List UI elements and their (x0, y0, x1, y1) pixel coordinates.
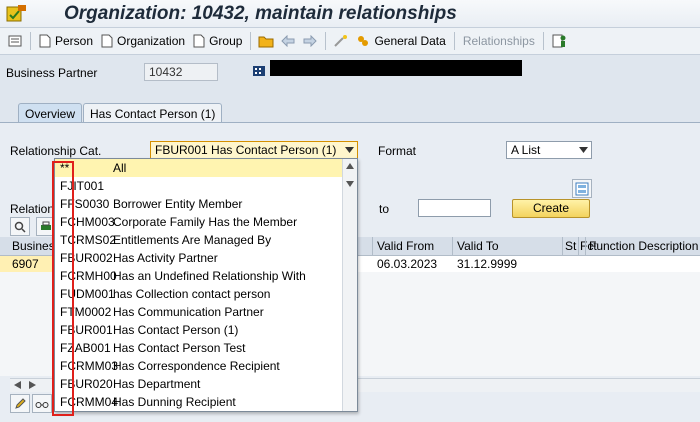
dropdown-option[interactable]: FBUR002 Has Activity Partner (55, 249, 343, 267)
general-data-icon (358, 36, 369, 46)
column-header-status[interactable]: St (565, 239, 576, 253)
dropdown-option[interactable]: FCRMM04 Has Dunning Recipient (55, 393, 343, 411)
scroll-right-icon[interactable] (28, 381, 36, 389)
zoom-icon[interactable] (10, 217, 30, 236)
magic-wand-icon[interactable] (330, 30, 352, 52)
column-header-valid-from[interactable]: Valid From (377, 239, 434, 253)
dropdown-option[interactable]: FTM0002 Has Communication Partner (55, 303, 343, 321)
dropdown-arrow-icon[interactable] (343, 144, 355, 156)
create-button[interactable]: Create (512, 199, 590, 218)
toolbar-separator (542, 32, 544, 50)
person-icon (39, 34, 51, 48)
tab-has-contact-person[interactable]: Has Contact Person (1) (83, 103, 223, 123)
glasses-icon[interactable] (32, 394, 52, 413)
dropdown-option[interactable]: TCRMS02 Entitlements Are Managed By (55, 231, 343, 249)
dropdown-option[interactable]: FFS0030 Borrower Entity Member (55, 195, 343, 213)
dropdown-option[interactable]: FBUR001 Has Contact Person (1) (55, 321, 343, 339)
dropdown-option[interactable]: FBUR020 Has Department (55, 375, 343, 393)
general-data-button-label: General Data (374, 34, 446, 48)
relationship-cat-select[interactable]: FBUR001 Has Contact Person (1) (150, 141, 358, 159)
forward-arrow-icon[interactable] (299, 30, 321, 52)
page-title: Organization: 10432, maintain relationsh… (64, 3, 457, 24)
dropdown-scrollbar[interactable] (342, 159, 357, 411)
organization-icon (101, 34, 113, 48)
back-arrow-icon[interactable] (277, 30, 299, 52)
valid-to-cell: 31.12.9999 (457, 257, 518, 271)
group-button-label: Group (209, 34, 243, 48)
open-folder-icon[interactable] (255, 30, 277, 52)
app-icon (6, 5, 26, 22)
dropdown-option[interactable]: FZAB001 Has Contact Person Test (55, 339, 343, 357)
relationships-icon[interactable] (548, 30, 570, 52)
scroll-left-icon[interactable] (14, 381, 22, 389)
group-icon (193, 34, 205, 48)
person-button-label: Person (55, 34, 94, 48)
to-input[interactable] (418, 199, 491, 217)
relationships-button-label: Relationships (462, 34, 535, 48)
toolbar-separator (30, 32, 31, 50)
scroll-up-icon[interactable] (346, 163, 354, 169)
organization-button[interactable]: Organization (97, 30, 189, 52)
dropdown-option[interactable]: ** All (55, 159, 343, 177)
dropdown-option[interactable]: FJIT001 (55, 177, 343, 195)
dropdown-option[interactable]: FCRMM03 Has Correspondence Recipient (55, 357, 343, 375)
dropdown-option[interactable]: FCRMH00 Has an Undefined Relationship Wi… (55, 267, 343, 285)
toolbar-separator (325, 32, 327, 50)
format-label: Format (378, 144, 417, 158)
tab-strip: Overview Has Contact Person (1) (18, 103, 223, 123)
business-partner-field: 10432 (144, 63, 218, 81)
format-value: A List (511, 143, 541, 157)
group-button[interactable]: Group (189, 30, 246, 52)
column-header-valid-to[interactable]: Valid To (457, 239, 499, 253)
tab-overview[interactable]: Overview (18, 103, 83, 123)
application-toolbar: Person Organization Group General Data R… (0, 28, 700, 55)
highlight-annotation (52, 161, 74, 416)
partner-cell[interactable]: 6907 (0, 256, 56, 272)
dropdown-option[interactable]: FCHM003 Corporate Family Has the Member (55, 213, 343, 231)
organization-button-label: Organization (117, 34, 186, 48)
relationship-cat-value: FBUR001 Has Contact Person (1) (155, 143, 337, 157)
valid-from-cell: 06.03.2023 (377, 257, 438, 271)
to-label: to (379, 202, 390, 216)
format-select[interactable]: A List (506, 141, 592, 159)
general-data-button[interactable]: General Data (352, 30, 449, 52)
column-header-function-description[interactable]: Function Description (589, 239, 698, 253)
relationships-overview-icon[interactable] (572, 179, 592, 198)
toolbar-separator (250, 32, 252, 50)
toolbar-separator (453, 32, 455, 50)
business-partner-label: Business Partner (6, 66, 98, 80)
edit-pencil-icon[interactable] (10, 394, 30, 413)
dropdown-arrow-icon[interactable] (577, 144, 589, 156)
relationship-cat-dropdown[interactable]: ** All FJIT001 FFS0030 Borrower Entity M… (54, 158, 358, 412)
organization-building-icon (253, 66, 265, 76)
display-icon[interactable] (4, 30, 26, 52)
relationship-cat-label: Relationship Cat. (10, 144, 102, 158)
person-button[interactable]: Person (35, 30, 97, 52)
redacted-partner-name (270, 60, 522, 76)
dropdown-option[interactable]: FUDM001 has Collection contact person (55, 285, 343, 303)
scroll-down-icon[interactable] (346, 181, 354, 187)
title-bar: Organization: 10432, maintain relationsh… (0, 0, 700, 28)
relationships-button[interactable]: Relationships (459, 30, 539, 52)
